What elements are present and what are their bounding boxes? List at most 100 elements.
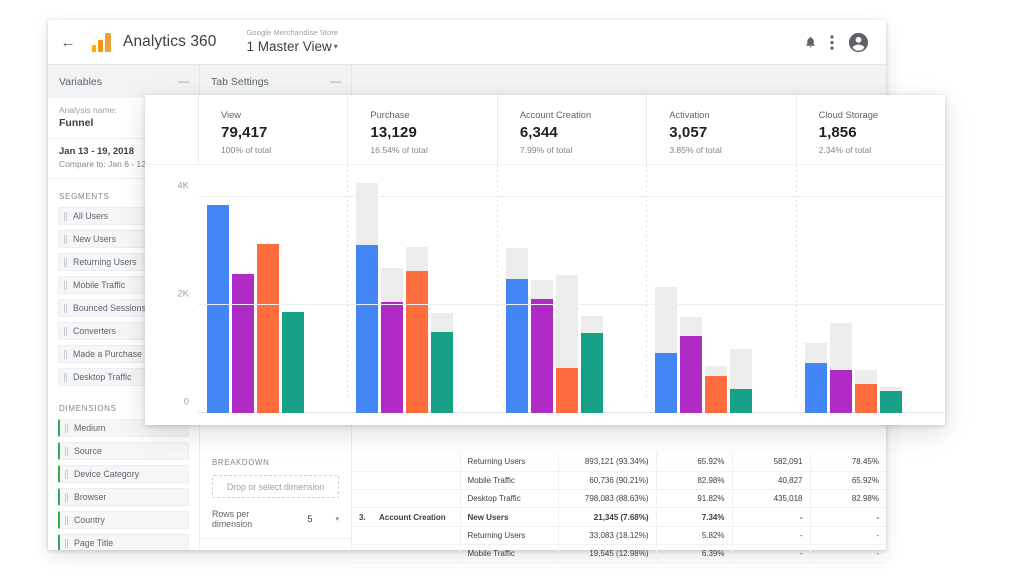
funnel-step-header[interactable]: View 79,417 100% of total (198, 95, 348, 165)
segment-label: New Users (73, 234, 117, 245)
bar-dropoff-segment[interactable] (580, 315, 603, 334)
list-item[interactable]: Device Category (58, 465, 189, 484)
bar-dropoff-segment[interactable] (854, 370, 877, 385)
account-avatar-icon[interactable] (847, 31, 870, 54)
bar[interactable] (705, 376, 728, 413)
bar[interactable] (282, 311, 304, 413)
list-item[interactable]: Source (58, 442, 189, 461)
tab-settings-panel-title: Tab Settings (211, 75, 269, 88)
bar[interactable] (580, 333, 603, 413)
list-item[interactable]: Page Title (58, 534, 189, 550)
list-item[interactable]: Country (58, 511, 189, 530)
table-row[interactable]: Mobile Traffic 60,736 (90.21%) 82.98% 40,82… (352, 471, 886, 491)
bar-dropoff-segment[interactable] (406, 246, 429, 271)
table-row[interactable]: Desktop Traffic 798,083 (88.63%) 91.82% 435… (352, 489, 886, 509)
bar-dropoff-segment[interactable] (705, 365, 728, 377)
step-total: 3,057 (669, 124, 708, 141)
bar[interactable] (257, 244, 279, 413)
row-metric-a: - (731, 507, 810, 527)
table-row[interactable]: Returning Users 33,083 (18.12%) 5.82% - - (352, 526, 886, 545)
bar-group[interactable] (347, 165, 496, 413)
bar-dropoff-segment[interactable] (381, 268, 404, 302)
list-item[interactable]: Browser (58, 488, 189, 507)
bar-dropoff-segment[interactable] (829, 322, 852, 370)
bar-group[interactable] (646, 165, 795, 413)
step-name: Cloud Storage (818, 110, 879, 120)
breakdown-dropzone[interactable]: Drop or select dimension (212, 475, 339, 498)
bar-group[interactable] (496, 165, 646, 413)
bar[interactable] (730, 389, 753, 413)
funnel-step-header[interactable]: Purchase 13,129 16.54% of total (347, 95, 497, 165)
property-title: 1 Master View ▾ (247, 39, 339, 55)
plot-area (198, 165, 945, 425)
drag-grip-icon[interactable] (64, 423, 69, 433)
more-vertical-icon[interactable] (830, 34, 834, 50)
drag-grip-icon[interactable] (63, 257, 68, 267)
drag-grip-icon[interactable] (63, 211, 68, 221)
table-row[interactable]: 3. Account Creation New Users 21,345 (7.68%… (352, 507, 886, 527)
bar-dropoff-segment[interactable] (655, 287, 678, 353)
row-step (372, 453, 460, 472)
rows-per-dimension-row[interactable]: Rows per dimension 5 ▾ (212, 509, 339, 529)
funnel-step-headers: View 79,417 100% of total Purchase 13,12… (145, 95, 946, 165)
row-count: 33,083 (18.12%) (557, 526, 656, 545)
funnel-step-header[interactable]: Account Creation 6,344 7.99% of total (496, 95, 647, 165)
y-axis-tick-label: 0 (183, 396, 189, 408)
bar-dropoff-segment[interactable] (804, 342, 827, 364)
bar[interactable] (530, 298, 553, 413)
row-step (372, 526, 460, 545)
drag-grip-icon[interactable] (63, 280, 68, 290)
bar[interactable] (680, 335, 703, 413)
drag-grip-icon[interactable] (64, 446, 69, 456)
bar[interactable] (505, 278, 528, 413)
bar[interactable] (555, 368, 578, 413)
bar[interactable] (356, 244, 379, 413)
drag-grip-icon[interactable] (63, 372, 68, 382)
top-bar-actions (804, 31, 870, 54)
drag-grip-icon[interactable] (63, 326, 68, 336)
bar[interactable] (406, 270, 429, 413)
drag-grip-icon[interactable] (63, 303, 68, 313)
notifications-bell-icon[interactable] (804, 35, 817, 49)
bar[interactable] (829, 369, 852, 413)
funnel-step-header[interactable]: Cloud Storage 1,856 2.34% of total (795, 95, 946, 165)
back-arrow-icon[interactable]: ← (52, 35, 84, 50)
bar[interactable] (804, 363, 827, 413)
drag-grip-icon[interactable] (63, 234, 68, 244)
bar[interactable] (381, 301, 404, 413)
step-name: Activation (669, 110, 710, 120)
drag-grip-icon[interactable] (64, 515, 69, 525)
group-separator (347, 165, 349, 401)
step-percent: 16.54% of total (370, 145, 428, 155)
row-metric-b: 82.98% (809, 489, 886, 509)
bar-dropoff-segment[interactable] (505, 247, 528, 279)
chevron-down-icon[interactable]: ▾ (335, 515, 339, 523)
bar-dropoff-segment[interactable] (530, 279, 553, 299)
bar-group[interactable] (795, 165, 945, 413)
property-title-text: 1 Master View (246, 39, 332, 55)
funnel-step-header[interactable]: Activation 3,057 3.85% of total (646, 95, 796, 165)
bar-dropoff-segment[interactable] (356, 182, 379, 245)
row-count: 798,083 (88.63%) (557, 489, 656, 509)
table-row[interactable]: Returning Users 893,121 (93.34%) 65.92% 582… (352, 453, 886, 472)
drag-grip-icon[interactable] (64, 469, 69, 479)
bar[interactable] (207, 204, 229, 413)
bar-dropoff-segment[interactable] (730, 349, 753, 390)
grid-line (198, 196, 945, 198)
bar-dropoff-segment[interactable] (431, 313, 454, 333)
table-row[interactable]: Mobile Traffic 19,545 (12.98%) 6.39% - - (352, 544, 886, 564)
property-selector[interactable]: Google Merchandise Store 1 Master View ▾ (247, 29, 339, 54)
bar-dropoff-segment[interactable] (555, 275, 578, 369)
bar[interactable] (879, 391, 902, 413)
drag-grip-icon[interactable] (63, 349, 68, 359)
bar[interactable] (655, 352, 678, 413)
bar[interactable] (431, 332, 454, 413)
row-metric-a: 40,827 (731, 471, 810, 491)
bar[interactable] (232, 273, 254, 413)
bar-dropoff-segment[interactable] (680, 317, 703, 336)
bar-group[interactable] (198, 165, 347, 413)
drag-grip-icon[interactable] (64, 492, 69, 502)
drag-grip-icon[interactable] (64, 538, 69, 548)
row-count: 21,345 (7.68%) (557, 507, 656, 527)
bar[interactable] (854, 384, 877, 413)
